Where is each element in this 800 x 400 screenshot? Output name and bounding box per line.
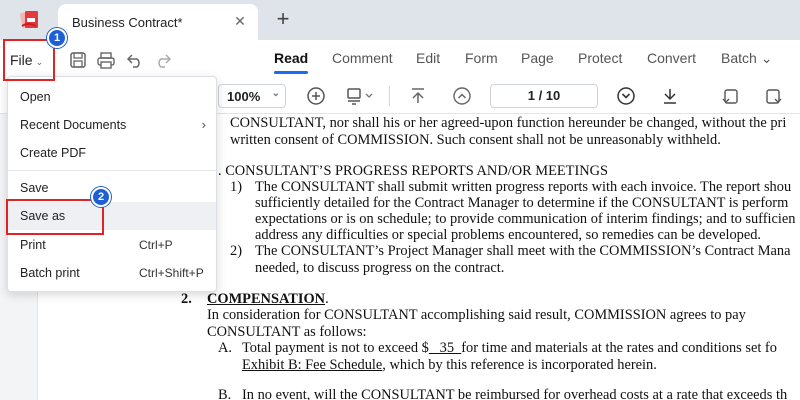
menu-item-label: Open — [20, 90, 51, 104]
highlight-save-as — [6, 199, 104, 235]
doc-line: The CONSULTANT’s Project Manager shall m… — [255, 243, 791, 259]
tab-read[interactable]: Read — [274, 50, 309, 74]
tab-title: Business Contract* — [72, 15, 183, 30]
file-dropdown-menu: Open Recent Documents › Create PDF Save … — [7, 76, 217, 292]
doc-line: In consideration for CONSULTANT accompli… — [207, 307, 746, 323]
next-page-icon[interactable] — [616, 86, 636, 106]
zoom-select[interactable]: 100% ⌄ — [218, 84, 286, 108]
page-number-input[interactable]: 1 / 10 — [490, 84, 598, 108]
chevron-down-icon: ⌄ — [271, 88, 280, 99]
doc-line: written consent of COMMISSION. Such cons… — [230, 132, 721, 148]
doc-line: address any difficulties or special prob… — [255, 227, 762, 243]
menu-item-open[interactable]: Open — [8, 83, 216, 111]
menu-divider — [8, 170, 216, 171]
step-2-badge: 2 — [91, 187, 111, 207]
doc-text: , which by this reference is incorporate… — [382, 357, 657, 373]
shortcut-label: Ctrl+Shift+P — [139, 266, 204, 280]
menu-item-create-pdf[interactable]: Create PDF — [8, 139, 216, 167]
menu-item-print[interactable]: Print Ctrl+P — [8, 231, 216, 259]
new-tab-button[interactable]: + — [272, 8, 294, 31]
print-icon[interactable] — [96, 50, 116, 70]
doc-text: for time and materials at the rates and … — [461, 340, 777, 356]
doc-section-title: COMPENSATION. — [207, 291, 329, 308]
tab-batch[interactable]: Batch ⌄ — [721, 50, 772, 67]
doc-list-number: 2) — [230, 243, 242, 259]
menu-item-label: Print — [20, 238, 46, 252]
doc-list-number: B. — [218, 387, 232, 400]
close-icon[interactable]: ✕ — [230, 11, 250, 31]
doc-line: sufficiently detailed for the Contract M… — [255, 195, 789, 211]
tab-bar: Business Contract* ✕ + — [0, 0, 800, 40]
exhibit-link: Exhibit B: Fee Schedule — [242, 357, 383, 373]
undo-icon[interactable] — [125, 50, 145, 70]
doc-line: Exhibit B: Fee Schedule, which by this r… — [242, 357, 657, 374]
app-logo-icon[interactable] — [18, 8, 44, 32]
menu-item-recent-documents[interactable]: Recent Documents › — [8, 111, 216, 139]
rotate-right-icon[interactable] — [764, 86, 784, 106]
tab-edit[interactable]: Edit — [416, 50, 440, 66]
doc-line: The CONSULTANT shall submit written prog… — [255, 179, 792, 195]
payment-amount: 35 — [429, 340, 461, 356]
doc-line: In no event, will the CONSULTANT be reim… — [242, 387, 788, 400]
last-page-icon[interactable] — [660, 86, 680, 106]
first-page-icon[interactable] — [408, 86, 428, 106]
doc-line: Total payment is not to exceed $ 35 for … — [242, 340, 777, 357]
step-1-badge: 1 — [47, 28, 67, 48]
zoom-in-icon[interactable] — [306, 86, 326, 106]
menu-item-label: Save — [20, 181, 49, 195]
tab-form[interactable]: Form — [465, 50, 498, 66]
compensation-heading: COMPENSATION — [207, 291, 326, 307]
doc-section-number: 2. — [181, 291, 192, 307]
tab-protect[interactable]: Protect — [578, 50, 622, 66]
previous-page-icon[interactable] — [452, 86, 472, 106]
heading-period: . — [325, 291, 329, 307]
doc-list-number: 1) — [230, 179, 242, 195]
doc-line: expectations or is on schedule; to provi… — [255, 211, 796, 227]
save-icon[interactable] — [68, 50, 88, 70]
doc-line: CONSULTANT as follows: — [207, 324, 367, 340]
tab-comment[interactable]: Comment — [332, 50, 393, 66]
menu-item-batch-print[interactable]: Batch print Ctrl+Shift+P — [8, 259, 216, 287]
doc-heading: . CONSULTANT’S PROGRESS REPORTS AND/OR M… — [218, 163, 609, 179]
payment-value: 35 — [439, 340, 455, 356]
toolbar-divider — [389, 86, 390, 106]
menu-item-label: Batch print — [20, 266, 80, 280]
tab-page[interactable]: Page — [521, 50, 554, 66]
doc-text: Total payment is not to exceed $ — [242, 340, 429, 356]
doc-line: CONSULTANT, nor shall his or her agreed-… — [230, 115, 787, 131]
zoom-value: 100% — [227, 89, 261, 104]
menu-item-save[interactable]: Save — [8, 174, 216, 202]
view-mode-icon[interactable] — [345, 86, 377, 106]
menu-item-label: Create PDF — [20, 146, 86, 160]
doc-line: needed, to discuss progress on the contr… — [255, 260, 505, 276]
doc-list-number: A. — [218, 340, 232, 356]
tab-convert[interactable]: Convert — [647, 50, 696, 66]
tab-business-contract[interactable]: Business Contract* ✕ — [58, 4, 258, 40]
menu-item-label: Recent Documents — [20, 118, 127, 132]
rotate-left-icon[interactable] — [720, 86, 740, 106]
chevron-right-icon: › — [201, 117, 206, 132]
redo-icon[interactable] — [153, 50, 173, 70]
shortcut-label: Ctrl+P — [139, 238, 173, 252]
highlight-file-button — [3, 39, 55, 81]
